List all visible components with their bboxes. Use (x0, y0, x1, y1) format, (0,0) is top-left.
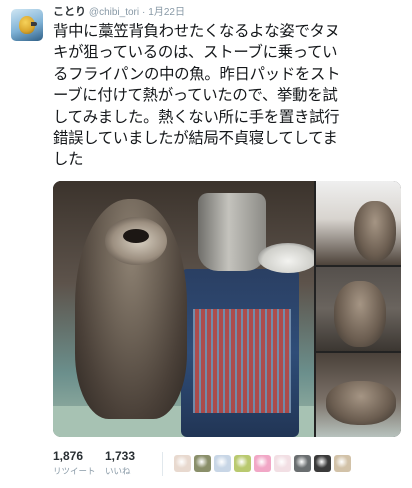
kettle-shape (198, 193, 266, 271)
tweet-card: ことり @chibi_tori · 1月22日 背中に藁笠背負わせたくなるよな姿… (0, 0, 412, 488)
stove-heater-grill (193, 309, 291, 413)
photo-thumb-2[interactable] (316, 267, 401, 351)
beak-shape (31, 22, 37, 26)
tweet-text-line: ーブに付けて熱がっていたので、挙動を試 (53, 86, 338, 105)
liker-avatar-5[interactable] (254, 455, 271, 472)
liker-avatar-1[interactable] (174, 455, 191, 472)
liker-avatar-3[interactable] (214, 455, 231, 472)
likes-stat[interactable]: 1,733 いいね (105, 449, 165, 477)
liker-avatar-8[interactable] (314, 455, 331, 472)
tweet-text: 背中に藁笠背負わせたくなるよな姿でタヌ キが狙っているのは、ストーブに乗ってい … (53, 21, 401, 171)
photo-thumb-1[interactable] (316, 181, 401, 265)
likes-label: いいね (105, 466, 131, 476)
tweet-text-line: 背中に藁笠背負わせたくなるよな姿でタヌ (53, 22, 340, 40)
tweet-date[interactable]: 1月22日 (148, 7, 185, 18)
tweet-text-line: るフライパンの中の魚。昨日パッドをスト (53, 64, 341, 83)
tanuki-shape (334, 281, 386, 347)
author-avatar[interactable] (11, 9, 43, 41)
media-grid (53, 181, 401, 437)
liker-avatar-6[interactable] (274, 455, 291, 472)
tweet-text-line: してみました。熱くない所に手を置き試行 (53, 107, 340, 126)
tweet-text-line: した (53, 150, 84, 169)
tweet-text-line: キが狙っているのは、ストーブに乗ってい (53, 43, 338, 62)
stats-divider (162, 452, 163, 476)
photo-thumb-3[interactable] (316, 353, 401, 437)
tweet-text-line: 錯誤していましたが結局不貞寝してしてま (53, 129, 338, 148)
pan-shape (258, 243, 314, 273)
tanuki-eye-mask (123, 229, 149, 243)
liker-avatar-9[interactable] (334, 455, 351, 472)
author-name[interactable]: ことり (53, 6, 86, 18)
author-handle[interactable]: @chibi_tori (89, 7, 139, 18)
retweets-stat[interactable]: 1,876 リツイート (53, 449, 113, 477)
liker-avatar-2[interactable] (194, 455, 211, 472)
tanuki-shape (326, 381, 396, 425)
likes-count: 1,733 (105, 449, 136, 463)
tweet-header: ことり @chibi_tori · 1月22日 (53, 6, 185, 19)
retweets-count: 1,876 (53, 449, 84, 463)
photo-main[interactable] (53, 181, 314, 437)
liker-avatar-7[interactable] (294, 455, 311, 472)
header-separator: · (142, 7, 146, 18)
retweets-label: リツイート (53, 466, 96, 476)
tanuki-shape (354, 201, 396, 261)
liker-avatar-4[interactable] (234, 455, 251, 472)
